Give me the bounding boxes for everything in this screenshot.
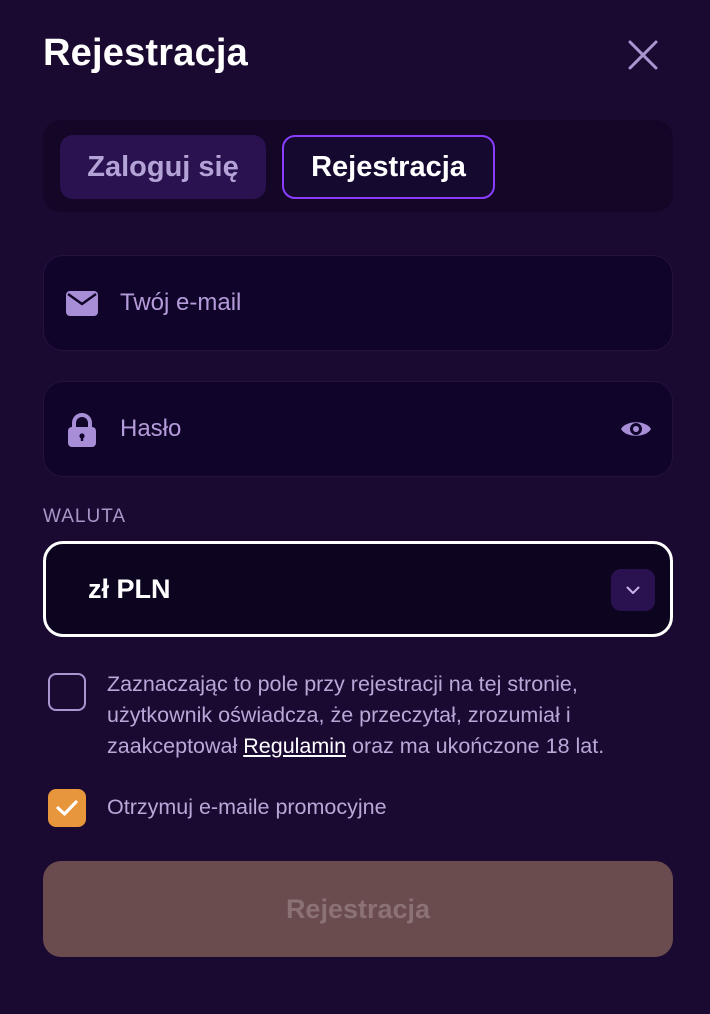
auth-tabs: Zaloguj się Rejestracja — [43, 120, 673, 212]
terms-text: Zaznaczając to pole przy rejestracji na … — [107, 669, 667, 762]
registration-modal: Rejestracja Zaloguj się Rejestracja Twój… — [0, 0, 710, 1014]
email-placeholder: Twój e-mail — [120, 289, 242, 316]
email-field[interactable]: Twój e-mail — [43, 255, 673, 351]
password-placeholder: Hasło — [120, 415, 182, 442]
terms-text-after: oraz ma ukończone 18 lat. — [346, 734, 605, 758]
close-icon — [628, 40, 658, 70]
promo-label: Otrzymuj e-maile promocyjne — [107, 795, 387, 819]
currency-select[interactable]: zł PLN — [43, 541, 673, 637]
lock-icon — [68, 413, 96, 447]
tab-login[interactable]: Zaloguj się — [60, 135, 266, 199]
envelope-icon — [66, 291, 98, 316]
close-button[interactable] — [624, 36, 662, 74]
checkmark-icon — [56, 800, 78, 816]
currency-dropdown-toggle[interactable] — [611, 569, 655, 611]
currency-value: zł PLN — [88, 573, 171, 604]
eye-icon[interactable] — [620, 418, 652, 440]
modal-title: Rejestracja — [43, 32, 249, 74]
promo-checkbox[interactable] — [48, 789, 86, 827]
terms-link[interactable]: Regulamin — [243, 734, 346, 758]
terms-checkbox[interactable] — [48, 673, 86, 711]
password-field[interactable]: Hasło — [43, 381, 673, 477]
tab-register[interactable]: Rejestracja — [282, 135, 495, 199]
chevron-down-icon — [626, 586, 640, 594]
currency-label: WALUTA — [43, 506, 127, 527]
register-submit-button[interactable]: Rejestracja — [43, 861, 673, 957]
